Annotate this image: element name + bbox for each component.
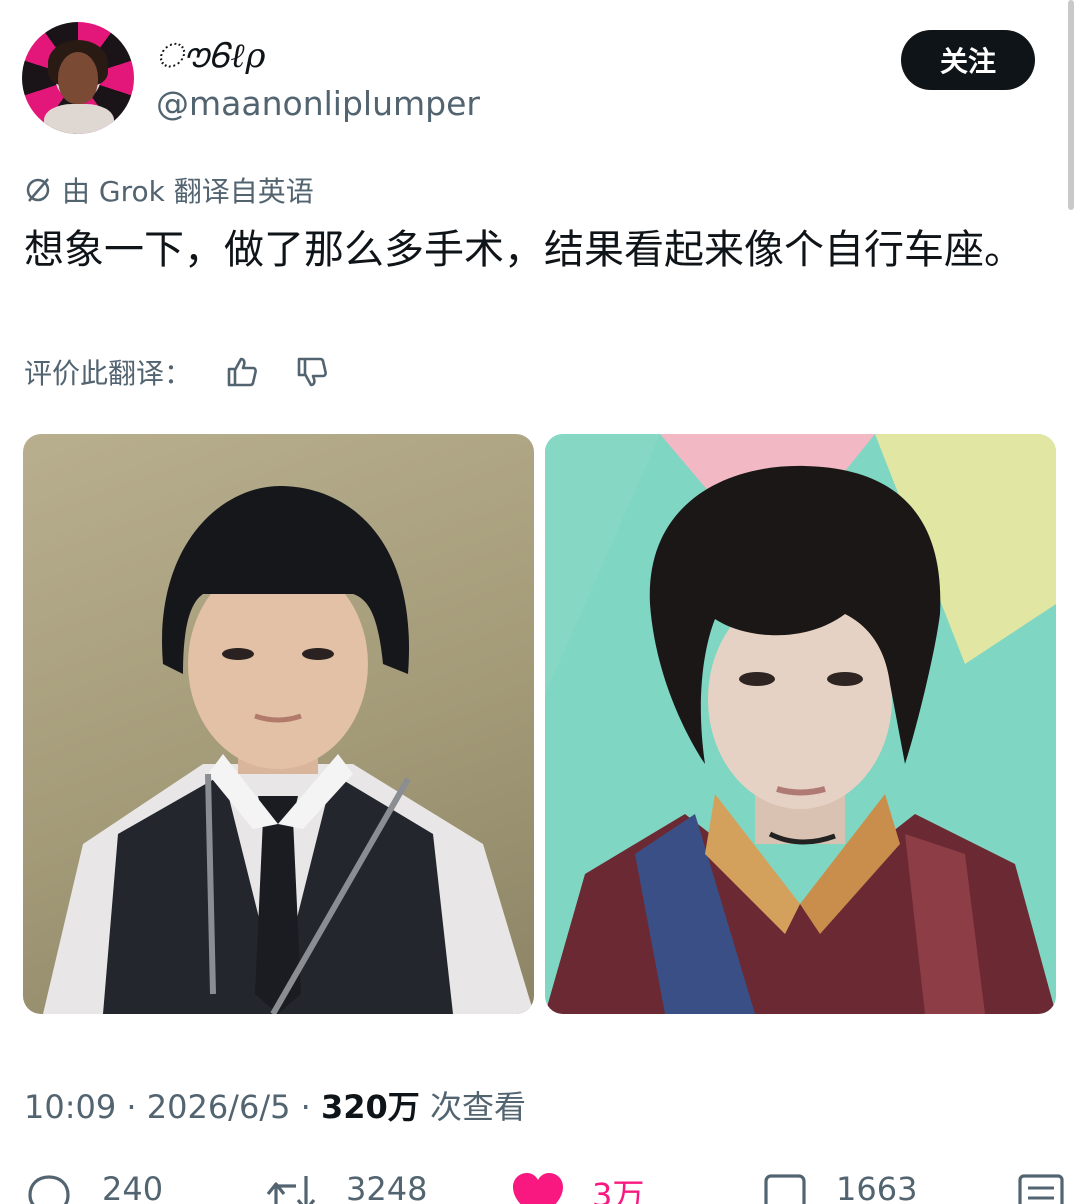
repost-icon [266, 1176, 316, 1204]
thumbs-down-icon[interactable] [292, 352, 332, 392]
like-count: 3万 [592, 1176, 645, 1204]
tweet-time[interactable]: 10:09 [24, 1088, 116, 1126]
tweet-photo-right[interactable] [545, 434, 1056, 1014]
repost-button[interactable]: 3248 [262, 1170, 427, 1204]
rate-translation-label: 评价此翻译： [24, 357, 193, 390]
repost-count: 3248 [346, 1170, 428, 1204]
rate-translation: 评价此翻译： [24, 352, 332, 392]
reply-button[interactable]: 240 [22, 1170, 163, 1204]
translate-icon [26, 178, 50, 202]
reply-icon [28, 1175, 70, 1204]
bookmark-icon [764, 1174, 806, 1204]
avatar-body [44, 104, 114, 134]
tweet-date[interactable]: 2026/6/5 [147, 1088, 291, 1126]
user-handle[interactable]: @maanonliplumper [156, 84, 480, 123]
like-button[interactable]: 3万 [510, 1170, 644, 1204]
tweet-meta: 10:09 · 2026/6/5 · 320万 次查看 [24, 1082, 526, 1128]
colorful-portrait-image [545, 434, 1056, 1014]
bookmark-button[interactable]: 1663 [760, 1170, 917, 1204]
bookmark-count: 1663 [836, 1170, 918, 1204]
avatar[interactable] [22, 22, 134, 134]
translation-note-text: 由 Grok 翻译自英语 [62, 175, 314, 208]
heart-icon [513, 1173, 563, 1204]
tweet-photo-left[interactable] [23, 434, 534, 1014]
meta-separator: · [126, 1088, 147, 1126]
display-name[interactable]: ൗᏮℓρ [156, 36, 267, 76]
view-count-suffix: 次查看 [429, 1088, 526, 1126]
reply-count: 240 [102, 1170, 164, 1204]
scrollbar[interactable] [1068, 0, 1074, 210]
school-portrait-image [43, 485, 534, 1014]
meta-separator: · [300, 1088, 321, 1126]
tweet-text: 想象一下，做了那么多手术，结果看起来像个自行车座。 [24, 227, 1024, 273]
tweet-actions: 240 3248 3万 1663 [0, 1166, 1080, 1204]
follow-button[interactable]: 关注 [901, 30, 1035, 90]
view-count: 320万 [320, 1088, 420, 1126]
share-button[interactable] [1016, 1170, 1066, 1204]
thumbs-up-icon[interactable] [222, 352, 262, 392]
avatar-face [58, 52, 98, 104]
translation-note: 由 Grok 翻译自英语 [24, 170, 314, 210]
share-icon [1018, 1174, 1064, 1204]
